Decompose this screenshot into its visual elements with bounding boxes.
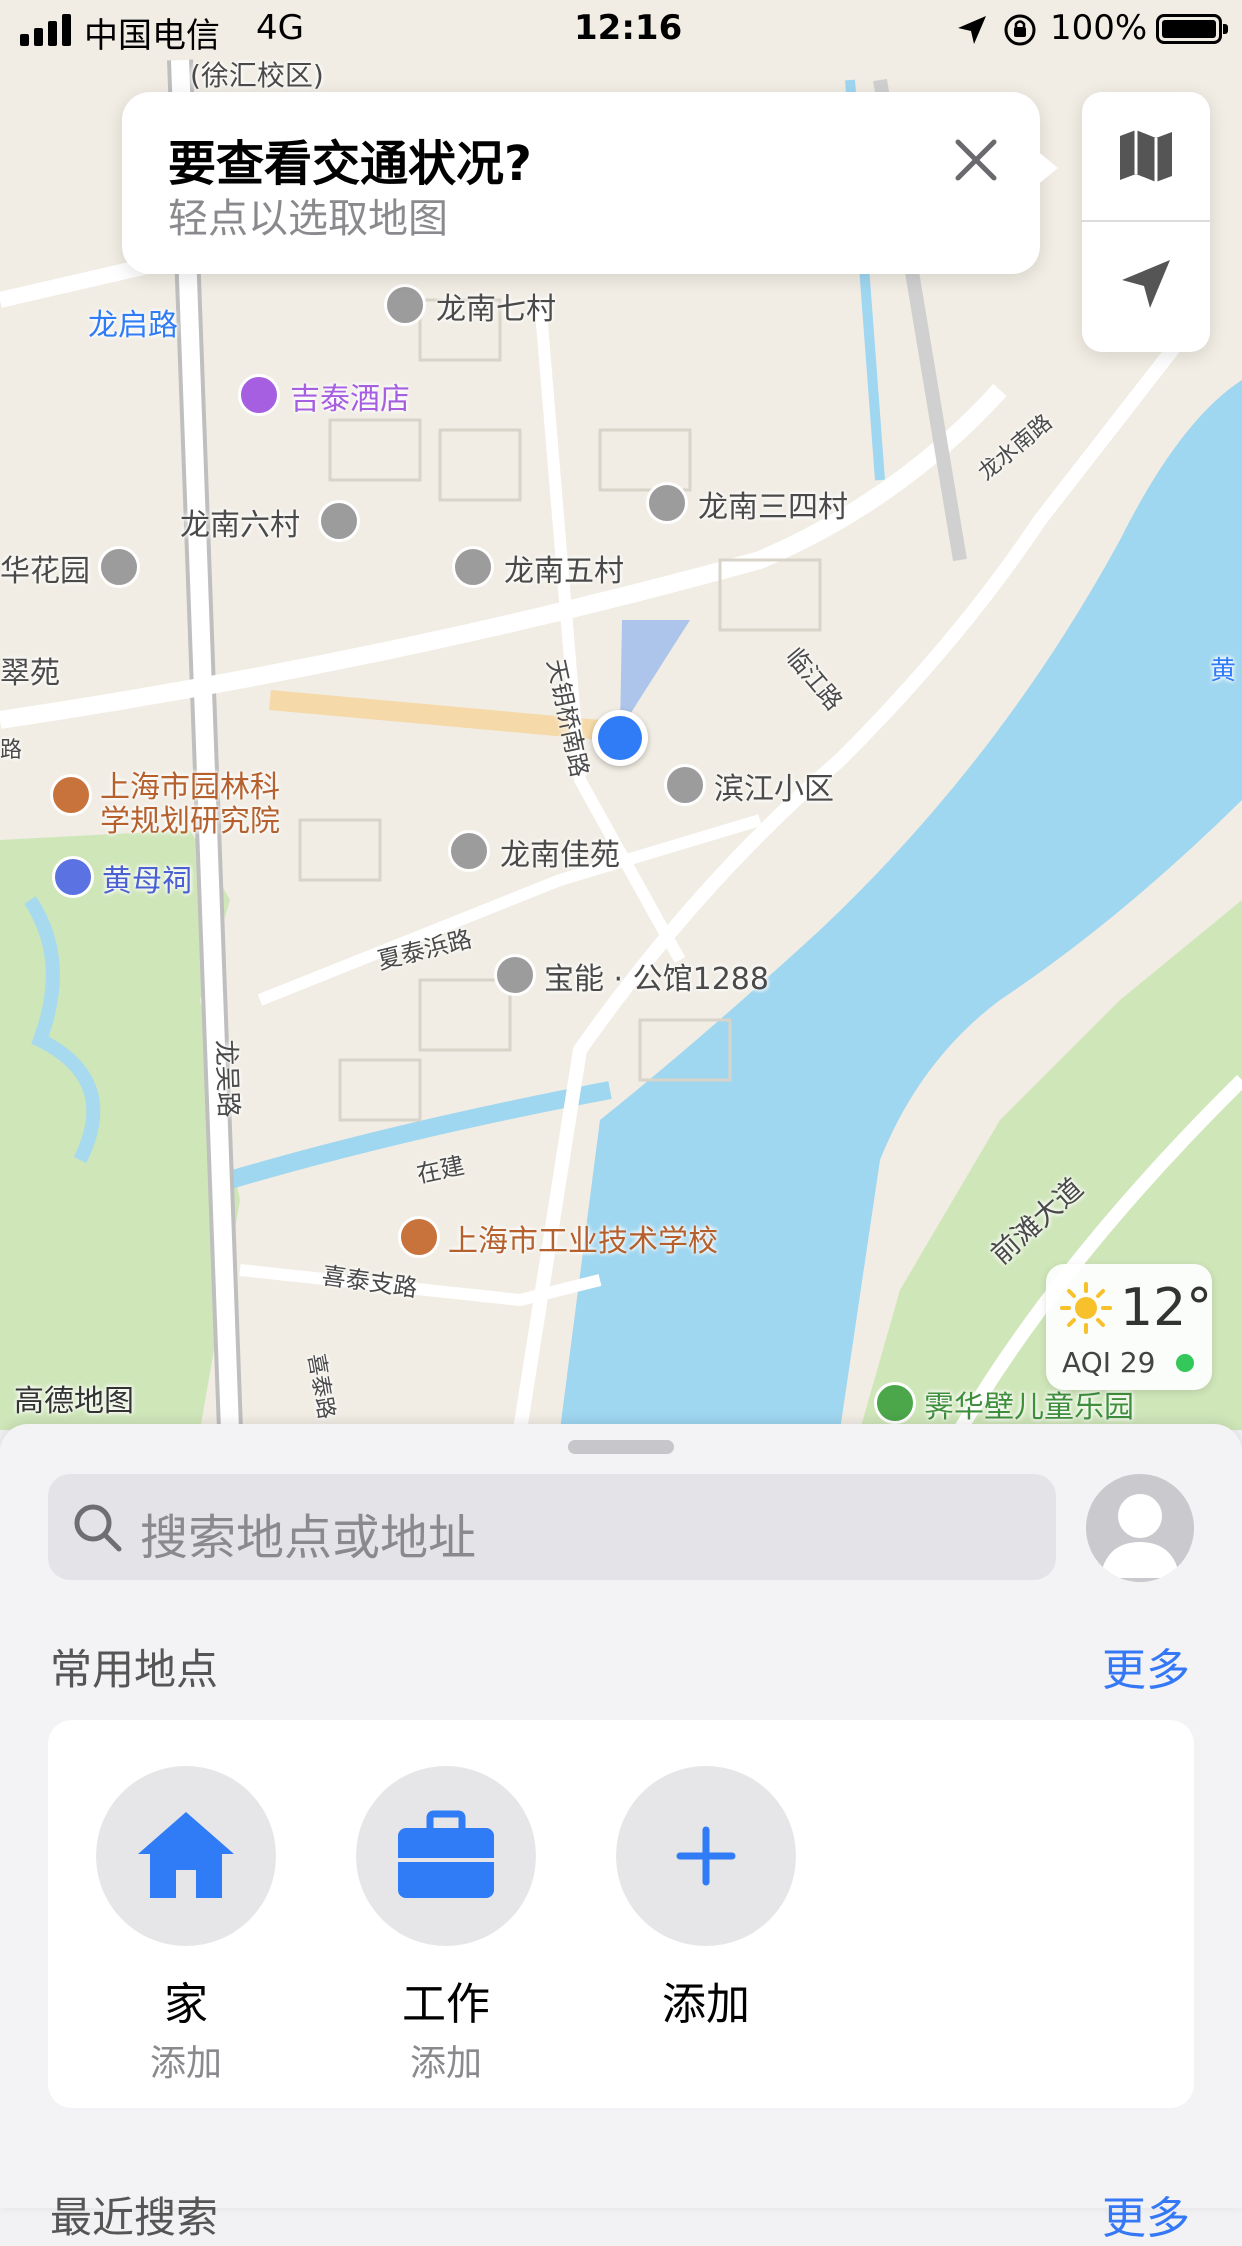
favorite-subtitle: 添加 [149,2043,222,2084]
battery-percent: 100% [1050,8,1148,48]
map-label: (徐汇校区) [190,59,324,92]
map-label: 龙南六村 [180,508,300,543]
map-label: 学规划研究院 [100,804,280,839]
sun-icon [1060,1282,1112,1334]
favorite-name: 工作 [402,1979,490,2030]
map-label: 龙南五村 [504,554,624,589]
person-icon [1100,1494,1180,1578]
favorite-icon-circle [356,1766,536,1946]
favorite-work[interactable]: 工作 添加 [356,1766,536,2086]
residential-icon [448,830,490,872]
house-icon [138,1812,234,1898]
current-location-marker [592,710,648,766]
favorite-add[interactable]: 添加 [616,1766,796,2032]
clock: 12:16 [574,8,683,48]
favorite-subtitle: 添加 [409,2043,482,2084]
sheet-grabber[interactable] [568,1440,674,1454]
callout-title: 要查看交通状况? [168,136,532,192]
favorite-icon-circle [616,1766,796,1946]
residential-icon [646,482,688,524]
map-label: 黄母祠 [102,864,192,899]
callout-pointer [1036,150,1058,186]
callout-subtitle: 轻点以选取地图 [168,196,448,242]
favorites-card: 家 添加 工作 添加 添加 [48,1720,1194,2108]
recent-more-link[interactable]: 更多 [1102,2182,1190,2246]
status-bar: 中国电信 4G 12:16 100% [0,0,1242,60]
residential-icon [384,284,426,326]
residential-icon [98,546,140,588]
map-watermark: 高德地图 [14,1384,134,1419]
search-icon [74,1504,122,1552]
map-mode-icon[interactable] [1116,126,1176,190]
temperature: 12° [1120,1278,1213,1338]
residential-icon [664,764,706,806]
control-divider [1082,220,1210,222]
temple-icon [52,856,94,898]
signal-icon [20,14,71,46]
map-controls [1082,92,1210,352]
search-placeholder: 搜索地点或地址 [140,1510,477,1566]
map-label: 黄 [1210,656,1237,686]
map-label: 滨江小区 [714,772,834,807]
school-icon [50,774,92,816]
map-label: 龙南三四村 [698,490,848,525]
plus-icon [676,1826,736,1886]
residential-icon [494,954,536,996]
close-icon[interactable] [948,132,1004,188]
weather-widget[interactable]: 12° AQI 29 [1046,1264,1212,1390]
school-icon [398,1216,440,1258]
map-label: 路 [0,738,23,763]
map-label: 上海市工业技术学校 [448,1224,718,1259]
avatar[interactable] [1086,1474,1194,1582]
map-label: 龙启路 [88,308,178,343]
bottom-sheet[interactable]: 搜索地点或地址 常用地点 更多 家 添加 工作 添加 添加 最近搜索 更多 [0,1424,1242,2244]
favorite-home[interactable]: 家 添加 [96,1766,276,2086]
favorites-more-link[interactable]: 更多 [1102,1634,1190,1698]
residential-icon [452,546,494,588]
map-label: 龙南七村 [436,292,556,327]
map-label: 宝能 · 公馆1288 [544,962,769,997]
map-label: 吉泰酒店 [290,382,410,417]
favorite-name: 添加 [662,1979,750,2030]
carrier: 中国电信 [84,16,220,56]
map-view[interactable]: (徐汇校区) 龙启路 龙南七村 吉泰酒店 龙南六村 龙南三四村 华花园 龙南五村… [0,0,1242,1430]
map-label: 华花园 [0,554,90,589]
map-label: 翠苑 [0,656,60,691]
orientation-lock-icon [1004,14,1036,46]
location-arrow-icon[interactable] [1118,256,1174,316]
favorite-icon-circle [96,1766,276,1946]
residential-icon [318,500,360,542]
favorite-name: 家 [164,1979,208,2030]
battery-icon [1156,14,1228,44]
map-label: 龙南佳苑 [500,838,620,873]
aqi-label: AQI 29 [1062,1346,1156,1379]
aqi-status-dot [1176,1354,1194,1372]
network-type: 4G [256,8,304,48]
map-label: 龙吴路 [210,1039,243,1119]
park-icon [874,1382,916,1424]
briefcase-icon [398,1810,494,1898]
recent-title: 最近搜索 [50,2193,219,2242]
favorites-title: 常用地点 [50,1645,219,1694]
hotel-icon [238,374,280,416]
traffic-callout[interactable]: 要查看交通状况? 轻点以选取地图 [122,92,1040,274]
location-services-icon [958,16,986,44]
search-field[interactable]: 搜索地点或地址 [48,1474,1056,1580]
